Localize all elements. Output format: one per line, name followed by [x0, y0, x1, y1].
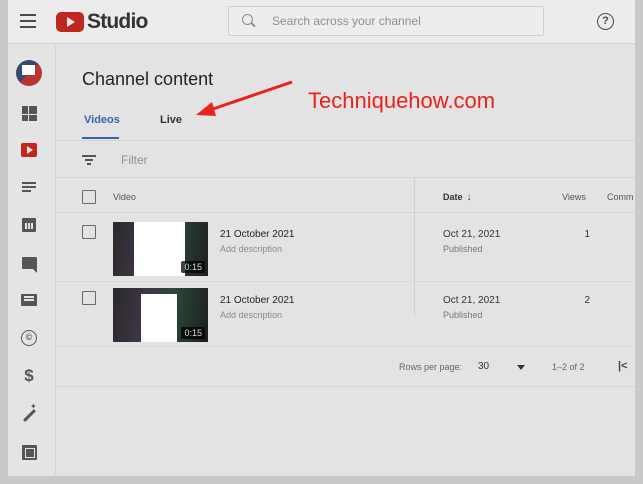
sidebar-item-comments[interactable]: [20, 254, 38, 273]
sidebar-item-monetization[interactable]: $: [20, 366, 38, 385]
video-date: Oct 21, 2021: [443, 295, 501, 306]
help-icon[interactable]: ?: [597, 13, 614, 30]
video-description[interactable]: Add description: [220, 244, 282, 254]
sort-down-icon: ↓: [466, 192, 472, 203]
sidebar-item-analytics[interactable]: [20, 216, 38, 234]
filter-input[interactable]: [121, 151, 321, 169]
sidebar-item-dashboard[interactable]: [20, 104, 38, 122]
video-title[interactable]: 21 October 2021: [220, 229, 295, 240]
dollar-icon: $: [24, 366, 34, 385]
sidebar: © $: [8, 44, 56, 476]
watermark-text: Techniquehow.com: [308, 88, 496, 113]
rows-per-page-label: Rows per page:: [399, 362, 463, 372]
sidebar-item-subtitles[interactable]: [20, 291, 38, 309]
youtube-play-icon: [56, 12, 84, 32]
pagination-range: 1–2 of 2: [552, 362, 585, 372]
analytics-icon: [22, 218, 36, 232]
copyright-icon: ©: [21, 330, 37, 346]
video-thumbnail[interactable]: 0:15: [113, 222, 208, 276]
playlists-icon: [21, 181, 37, 193]
sidebar-item-content[interactable]: [20, 141, 38, 159]
pagination-divider: [56, 386, 635, 387]
tab-videos[interactable]: Videos: [82, 114, 120, 139]
duration-badge: 0:15: [181, 327, 205, 339]
duration-badge: 0:15: [181, 261, 205, 273]
video-description[interactable]: Add description: [220, 310, 282, 320]
video-status: Published: [443, 244, 483, 254]
menu-icon[interactable]: [20, 14, 36, 28]
channel-avatar[interactable]: [16, 60, 42, 86]
logo-text: Studio: [87, 10, 148, 33]
column-header-video: Video: [113, 192, 136, 202]
column-header-date[interactable]: Date ↓: [443, 192, 472, 203]
magic-wand-icon: [21, 402, 37, 422]
row-checkbox[interactable]: [82, 291, 96, 305]
header-divider: [56, 212, 635, 213]
column-header-comments[interactable]: Comm: [607, 192, 634, 202]
video-views: 2: [584, 295, 590, 306]
thumbnail-redaction: [141, 294, 177, 342]
search-icon: [242, 14, 256, 28]
video-thumbnail[interactable]: 0:15: [113, 288, 208, 342]
filter-divider: [56, 177, 635, 178]
sidebar-item-audio-library[interactable]: [20, 443, 38, 461]
studio-logo[interactable]: Studio: [56, 10, 148, 34]
search-box[interactable]: [228, 6, 544, 36]
studio-app: Studio ? ©: [8, 0, 635, 476]
comments-icon: [21, 257, 37, 273]
select-all-checkbox[interactable]: [82, 190, 96, 204]
top-bar: Studio ?: [8, 0, 635, 44]
column-header-date-label: Date: [443, 192, 463, 202]
tab-live[interactable]: Live: [160, 114, 182, 126]
rows-per-page-select[interactable]: 30: [478, 361, 489, 372]
row-checkbox[interactable]: [82, 225, 96, 239]
row-divider: [56, 346, 635, 347]
video-status: Published: [443, 310, 483, 320]
video-views: 1: [584, 229, 590, 240]
sidebar-item-customization[interactable]: [20, 402, 38, 423]
first-page-icon[interactable]: |<: [618, 360, 628, 372]
caret-down-icon[interactable]: [517, 365, 525, 370]
subtitles-icon: [21, 294, 37, 306]
video-date: Oct 21, 2021: [443, 229, 501, 240]
row-divider: [56, 281, 635, 282]
search-input[interactable]: [272, 14, 532, 28]
sidebar-item-copyright[interactable]: ©: [20, 329, 38, 347]
column-header-views[interactable]: Views: [562, 192, 586, 202]
content-icon: [21, 143, 37, 157]
filter-icon[interactable]: [82, 155, 96, 165]
tabs-divider: [56, 140, 635, 141]
video-title[interactable]: 21 October 2021: [220, 295, 295, 306]
page-title: Channel content: [82, 69, 214, 89]
dashboard-icon: [21, 105, 37, 121]
column-divider: [414, 177, 415, 317]
sidebar-item-playlists[interactable]: [20, 178, 38, 196]
audio-library-icon: [21, 444, 37, 460]
thumbnail-redaction: [134, 222, 185, 276]
